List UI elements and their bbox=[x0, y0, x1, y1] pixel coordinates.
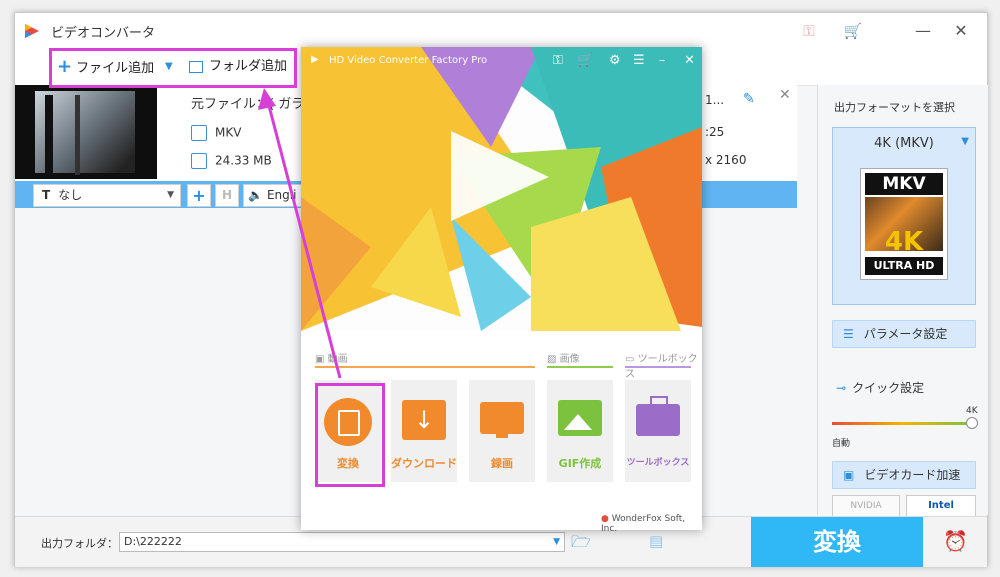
annotation-arrow bbox=[258, 88, 342, 379]
